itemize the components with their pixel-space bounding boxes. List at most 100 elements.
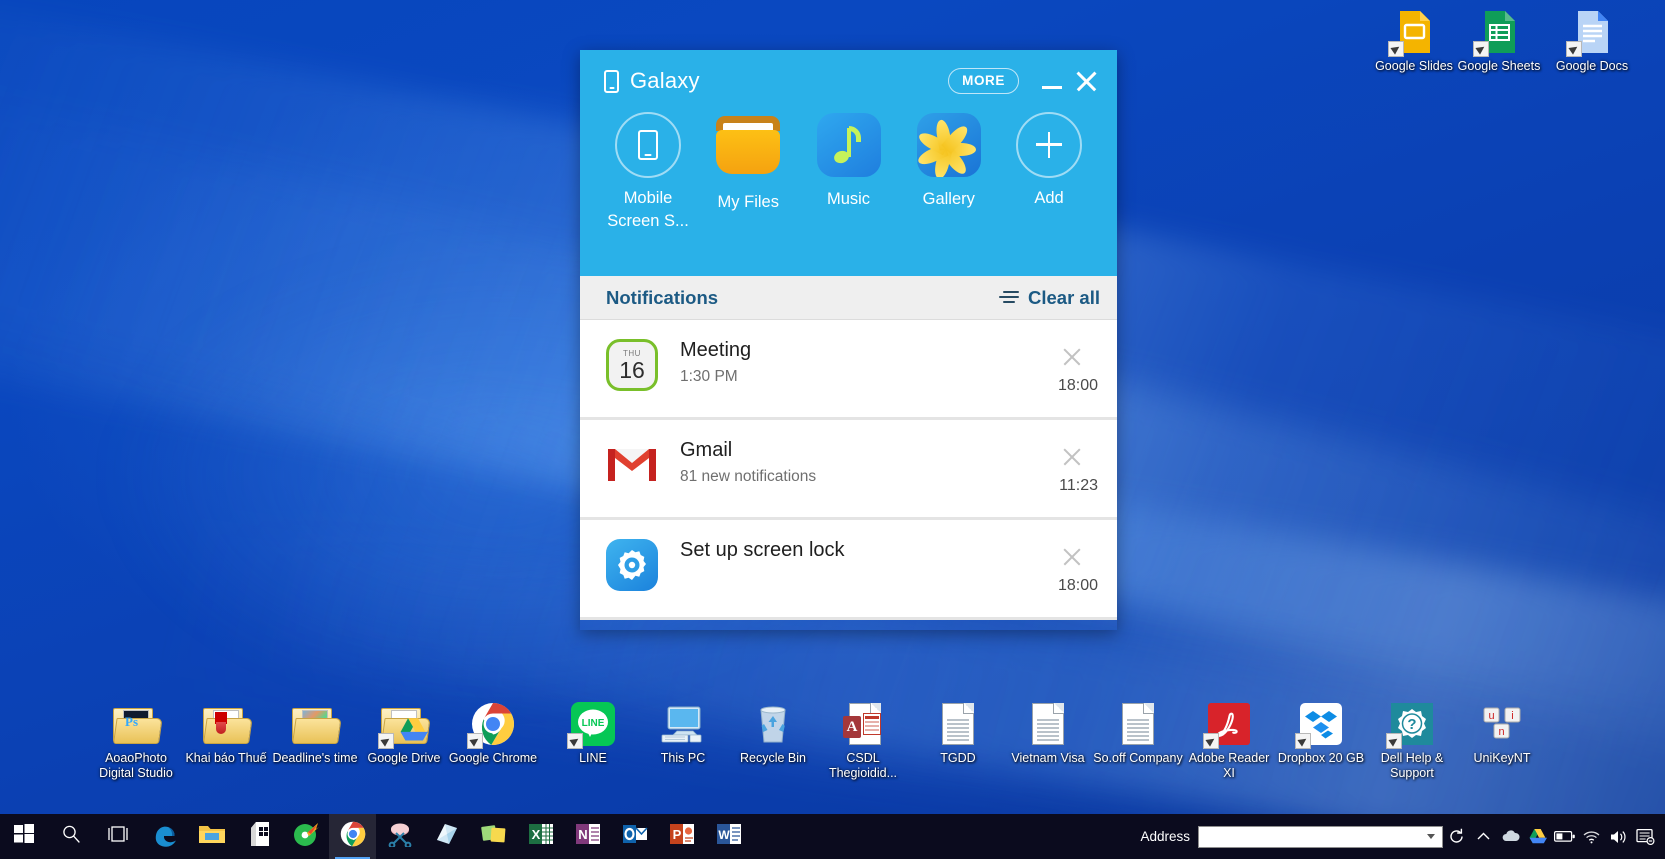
clear-all-label: Clear all (1028, 286, 1100, 308)
desktop-icon-google-drive[interactable]: Google Drive (358, 700, 450, 766)
desktop-icon-unikeynt[interactable]: u i n UniKeyNT (1456, 700, 1548, 766)
notification-dismiss-icon[interactable] (1061, 346, 1083, 368)
start-button[interactable] (0, 814, 47, 859)
minimize-icon[interactable] (1035, 64, 1069, 98)
taskbar-store[interactable] (235, 814, 282, 859)
task-view-button[interactable] (94, 814, 141, 859)
taskbar-outlook[interactable] (611, 814, 658, 859)
notification-subtitle: 81 new notifications (680, 468, 817, 485)
desktop-icon-google-docs[interactable]: Google Docs (1546, 8, 1638, 74)
taskbar-onenote[interactable]: N (564, 814, 611, 859)
notification-row[interactable]: Set up screen lock 18:00 (580, 520, 1117, 620)
app-mobile-screen-share[interactable]: Mobile Screen S... (602, 112, 694, 233)
recycle-bin-icon (749, 700, 797, 748)
gmail-icon (606, 439, 658, 491)
shortcut-overlay-icon (567, 733, 583, 749)
taskbar-edge[interactable] (141, 814, 188, 859)
galaxy-titlebar: Galaxy MORE (580, 50, 1117, 112)
word-icon: W (716, 821, 742, 852)
google-docs-icon (1566, 8, 1616, 57)
dell-help-icon: ? (1386, 700, 1436, 749)
desktop-icon-line[interactable]: LINE LINE (547, 700, 639, 766)
desktop-icon-this-pc[interactable]: This PC (637, 700, 729, 766)
disc-icon (293, 821, 319, 852)
excel-icon: X (528, 821, 554, 852)
document-file-icon (1114, 700, 1162, 748)
onenote-icon: N (575, 821, 601, 852)
desktop-icon-google-chrome[interactable]: Google Chrome (447, 700, 539, 766)
taskbar-cd-burner[interactable] (282, 814, 329, 859)
clear-all-button[interactable]: Clear all (999, 287, 1100, 309)
taskbar-onedrive-app[interactable] (423, 814, 470, 859)
desktop-icon-vietnam-visa[interactable]: Vietnam Visa (1002, 700, 1094, 766)
taskbar-word[interactable]: W (705, 814, 752, 859)
cloud-icon (1501, 829, 1521, 844)
desktop-icon-label: Adobe Reader XI (1188, 751, 1270, 780)
app-music[interactable]: Music (803, 112, 895, 233)
more-button[interactable]: MORE (948, 68, 1019, 94)
shortcut-overlay-icon (467, 733, 483, 749)
notification-dismiss-icon[interactable] (1061, 546, 1083, 568)
network-tray-button[interactable] (1578, 814, 1605, 859)
app-label: Add (1034, 189, 1064, 207)
app-gallery[interactable]: Gallery (903, 112, 995, 233)
desktop[interactable]: Google Slides Google Sheets Google Docs (0, 0, 1665, 859)
google-drive-icon (1528, 828, 1547, 845)
chrome-icon (467, 700, 517, 749)
notification-subtitle: 1:30 PM (680, 368, 738, 385)
chevron-up-icon (1476, 829, 1491, 844)
calendar-day: 16 (619, 356, 645, 383)
desktop-icon-google-slides[interactable]: Google Slides (1368, 8, 1460, 74)
address-toolbar[interactable]: Address (1140, 814, 1665, 859)
battery-tray-button[interactable] (1551, 814, 1578, 859)
desktop-icon-label: Google Chrome (448, 751, 538, 765)
desktop-icon-recycle-bin[interactable]: Recycle Bin (727, 700, 819, 766)
search-button[interactable] (47, 814, 94, 859)
notification-row[interactable]: THU 16 Meeting 1:30 PM 18:00 (580, 320, 1117, 420)
app-my-files[interactable]: My Files (702, 112, 794, 233)
pdf-folder-icon (202, 700, 253, 748)
taskbar-chrome[interactable] (329, 814, 376, 859)
app-add[interactable]: Add (1003, 112, 1095, 233)
notification-dismiss-icon[interactable] (1061, 446, 1083, 468)
desktop-icon-dell-help[interactable]: ? Dell Help & Support (1366, 700, 1458, 780)
settings-gear-icon (606, 539, 658, 591)
taskbar-snipping-tool[interactable] (376, 814, 423, 859)
desktop-icon-tgdd[interactable]: TGDD (912, 700, 1004, 766)
taskbar-excel[interactable]: X (517, 814, 564, 859)
notification-time: 11:23 (1059, 477, 1098, 494)
desktop-icon-aoaophoto[interactable]: Ps AoaoPhoto Digital Studio (90, 700, 182, 780)
google-sheets-icon (1473, 8, 1523, 57)
google-drive-tray-button[interactable] (1524, 814, 1551, 859)
desktop-icon-google-sheets[interactable]: Google Sheets (1453, 8, 1545, 74)
address-go-button[interactable] (1443, 814, 1470, 859)
action-center-button[interactable] (1632, 814, 1659, 859)
desktop-icon-adobe-reader[interactable]: Adobe Reader XI (1183, 700, 1275, 780)
desktop-icon-khai-bao-thue[interactable]: Khai báo Thuế (180, 700, 272, 766)
gallery-icon (916, 113, 982, 179)
desktop-icon-label: Google Slides (1375, 59, 1453, 73)
galaxy-window[interactable]: Galaxy MORE Mobile Screen S... My Files … (580, 50, 1117, 630)
show-hidden-icons-button[interactable] (1470, 814, 1497, 859)
taskbar-file-explorer[interactable] (188, 814, 235, 859)
notification-time: 18:00 (1057, 377, 1098, 394)
notification-row[interactable]: Gmail 81 new notifications 11:23 (580, 420, 1117, 520)
battery-icon (1553, 830, 1576, 843)
svg-text:?: ? (1407, 716, 1416, 733)
desktop-icon-so-off-company[interactable]: So.off Company (1092, 700, 1184, 766)
desktop-icon-dropbox[interactable]: Dropbox 20 GB (1275, 700, 1367, 766)
address-input[interactable] (1198, 825, 1443, 848)
volume-tray-button[interactable] (1605, 814, 1632, 859)
taskbar-powerpoint[interactable]: P (658, 814, 705, 859)
chevron-down-icon[interactable] (1427, 834, 1435, 839)
file-explorer-icon (198, 822, 226, 851)
clear-all-icon (999, 290, 1019, 305)
svg-text:P: P (672, 827, 681, 842)
desktop-icon-deadlines-time[interactable]: Deadline's time (269, 700, 361, 766)
paper-icon (434, 822, 460, 851)
onedrive-tray-button[interactable] (1497, 814, 1524, 859)
close-icon[interactable] (1069, 64, 1103, 98)
taskbar[interactable]: X N P W Address (0, 814, 1665, 859)
taskbar-sticky-notes[interactable] (470, 814, 517, 859)
desktop-icon-csdl[interactable]: A CSDL Thegioidid... (817, 700, 909, 780)
